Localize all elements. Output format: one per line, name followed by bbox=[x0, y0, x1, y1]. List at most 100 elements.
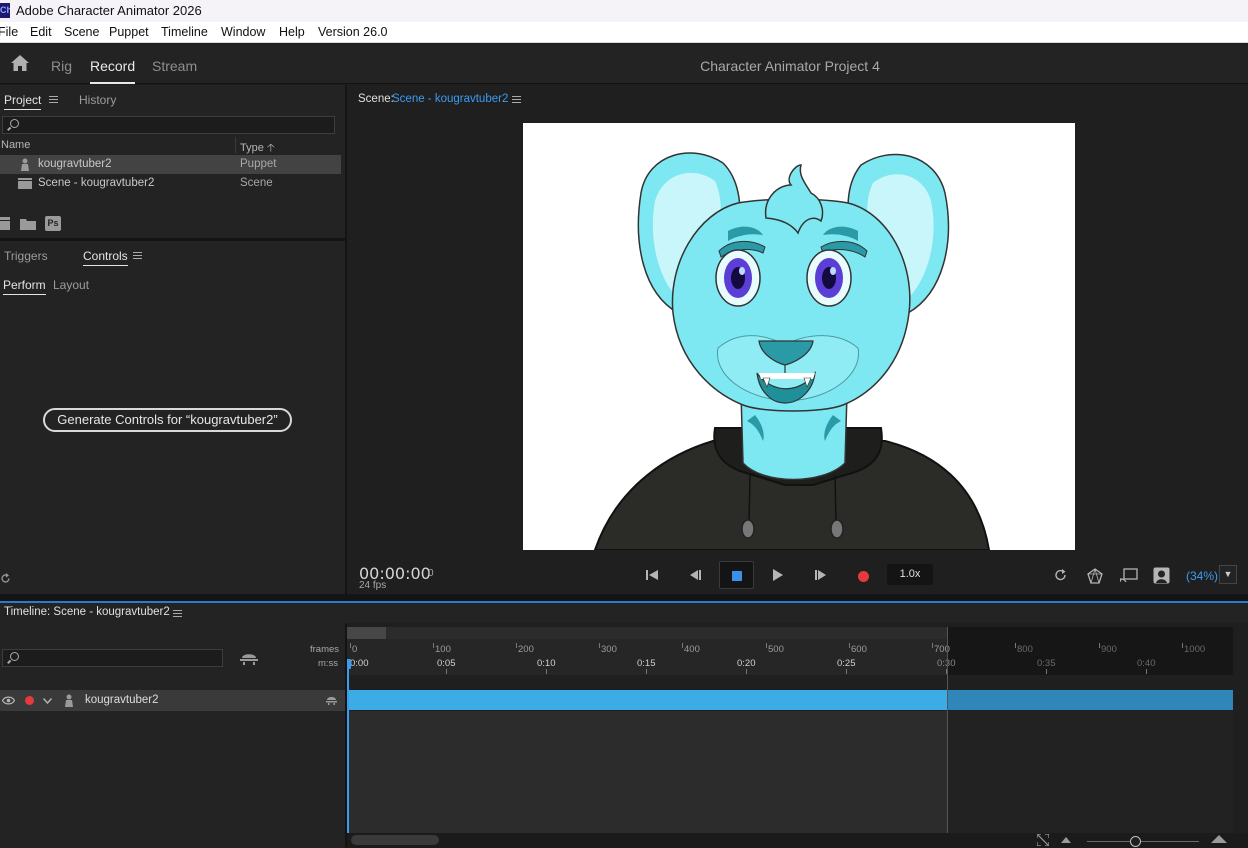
new-scene-icon[interactable] bbox=[0, 217, 10, 230]
search-icon bbox=[10, 652, 19, 661]
ruler-frame-label: 300 bbox=[601, 644, 617, 655]
scene-label: Scene: bbox=[358, 93, 394, 105]
ruler-frame-label: 1000 bbox=[1184, 644, 1206, 655]
physics-icon[interactable] bbox=[1087, 568, 1103, 584]
frame-number: 0 bbox=[428, 568, 434, 579]
puppet-icon bbox=[65, 694, 73, 707]
timeline-zoom-thumb[interactable] bbox=[1130, 836, 1141, 847]
stop-button[interactable] bbox=[719, 561, 754, 589]
ruler-time-label: 0:05 bbox=[437, 658, 456, 669]
tab-history[interactable]: History bbox=[79, 93, 116, 107]
search-icon bbox=[10, 119, 19, 128]
project-item-name: kougravtuber2 bbox=[38, 158, 112, 170]
scene-panel: Scene: Scene - kougravtuber2 00:00:00 0 … bbox=[347, 85, 1248, 594]
column-divider bbox=[235, 137, 236, 153]
app-icon: Ch bbox=[0, 3, 10, 18]
end-marker-line bbox=[947, 627, 948, 833]
timeline-header: Timeline: Scene - kougravtuber2 bbox=[0, 601, 1248, 623]
zoom-in-mountain-icon[interactable] bbox=[1211, 835, 1227, 843]
controls-panel: Triggers Controls Perform Layout Generat… bbox=[0, 241, 345, 594]
step-back-icon[interactable] bbox=[683, 563, 707, 587]
ruler-frame-label: 600 bbox=[851, 644, 867, 655]
timeline-zoom-slider[interactable] bbox=[1087, 841, 1199, 842]
frames-label: frames bbox=[310, 644, 340, 655]
timeline-search-input[interactable] bbox=[2, 649, 223, 667]
step-forward-icon[interactable] bbox=[809, 563, 833, 587]
window-title: Adobe Character Animator 2026 bbox=[16, 3, 202, 18]
timeline-vertical-divider[interactable] bbox=[345, 623, 347, 848]
timeline-layer-panel: frames m:ss kougravtuber2 bbox=[0, 623, 345, 848]
camera-input-icon[interactable] bbox=[1153, 567, 1170, 584]
column-name[interactable]: Name bbox=[1, 139, 30, 151]
timeline-divider[interactable] bbox=[0, 594, 1248, 601]
project-panel: Project History Name Type 🡡 kougravtuber… bbox=[0, 85, 345, 238]
project-menu-icon[interactable] bbox=[49, 96, 58, 103]
horizontal-divider[interactable] bbox=[0, 238, 345, 241]
controls-menu-icon[interactable] bbox=[133, 252, 142, 259]
stream-output-icon[interactable] bbox=[1120, 568, 1138, 583]
ruler-frame-label: 200 bbox=[518, 644, 534, 655]
vertical-divider[interactable] bbox=[345, 85, 347, 594]
playhead[interactable] bbox=[347, 663, 349, 833]
menu-puppet[interactable]: Puppet bbox=[109, 25, 149, 39]
record-button[interactable] bbox=[858, 571, 869, 582]
app-header: Rig Record Stream Character Animator Pro… bbox=[0, 44, 1248, 84]
puppet-track-bar-outside bbox=[947, 690, 1233, 710]
menu-window[interactable]: Window bbox=[221, 25, 265, 39]
puppet-icon bbox=[21, 158, 29, 171]
menu-help[interactable]: Help bbox=[279, 25, 305, 39]
timeline-layer-row[interactable]: kougravtuber2 bbox=[0, 690, 345, 711]
scene-menu-icon[interactable] bbox=[512, 96, 521, 103]
work-area-handle[interactable] bbox=[347, 627, 386, 639]
frame-rate: 24 fps bbox=[359, 580, 387, 591]
track-filter-icon[interactable] bbox=[240, 651, 258, 665]
generate-controls-button[interactable]: Generate Controls for “kougravtuber2” bbox=[43, 408, 292, 432]
layer-name: kougravtuber2 bbox=[85, 694, 159, 706]
ruler-time-label: 0:10 bbox=[537, 658, 556, 669]
refresh-icon[interactable] bbox=[0, 573, 11, 584]
timeline-title: Timeline: Scene - kougravtuber2 bbox=[4, 606, 170, 618]
track-area-outside bbox=[947, 711, 1233, 833]
playback-speed[interactable]: 1.0x bbox=[887, 564, 933, 585]
menu-file[interactable]: File bbox=[0, 25, 18, 39]
eye-icon[interactable] bbox=[2, 696, 15, 705]
timeline-scroll-thumb[interactable] bbox=[351, 835, 439, 845]
behavior-icon[interactable] bbox=[326, 695, 337, 705]
go-to-start-icon[interactable] bbox=[640, 563, 664, 587]
menu-edit[interactable]: Edit bbox=[30, 25, 52, 39]
ruler-time-label: 0:40 bbox=[1137, 658, 1156, 669]
scene-canvas[interactable] bbox=[523, 123, 1075, 550]
chevron-down-icon[interactable] bbox=[43, 698, 52, 704]
project-search-input[interactable] bbox=[2, 116, 335, 134]
menu-scene[interactable]: Scene bbox=[64, 25, 99, 39]
tab-controls[interactable]: Controls bbox=[83, 249, 128, 266]
sort-up-arrow-icon: 🡡 bbox=[266, 142, 275, 154]
ruler-frame-label: 800 bbox=[1017, 644, 1033, 655]
ruler-frame-label: 0 bbox=[352, 644, 358, 655]
zoom-level[interactable]: (34%) bbox=[1186, 569, 1218, 583]
subtab-layout[interactable]: Layout bbox=[53, 278, 89, 292]
zoom-dropdown-chevron-icon[interactable]: ▼ bbox=[1219, 565, 1237, 584]
project-column-header: Name Type 🡡 bbox=[0, 137, 345, 154]
tab-triggers[interactable]: Triggers bbox=[4, 249, 48, 263]
project-item-puppet[interactable]: kougravtuber2 Puppet bbox=[0, 155, 341, 174]
sync-icon[interactable] bbox=[1054, 569, 1067, 582]
menu-timeline[interactable]: Timeline bbox=[161, 25, 208, 39]
photoshop-icon[interactable]: Ps bbox=[45, 216, 61, 231]
track-area-active bbox=[347, 711, 947, 833]
tab-project[interactable]: Project bbox=[4, 93, 42, 110]
project-item-scene[interactable]: Scene - kougravtuber2 Scene bbox=[0, 174, 341, 193]
menu-version: Version 26.0 bbox=[318, 25, 388, 39]
play-button[interactable] bbox=[766, 563, 790, 587]
fit-to-window-icon[interactable] bbox=[1037, 834, 1049, 846]
timeline-menu-icon[interactable] bbox=[173, 610, 182, 617]
arm-record-icon[interactable] bbox=[25, 696, 34, 705]
ruler-time-label: 0:15 bbox=[637, 658, 656, 669]
mss-label: m:ss bbox=[318, 658, 339, 669]
scene-name-link[interactable]: Scene - kougravtuber2 bbox=[392, 93, 508, 105]
project-item-type: Puppet bbox=[240, 158, 277, 170]
subtab-perform[interactable]: Perform bbox=[3, 278, 46, 295]
zoom-out-mountain-icon[interactable] bbox=[1061, 837, 1071, 843]
folder-icon[interactable] bbox=[20, 218, 36, 230]
project-title: Character Animator Project 4 bbox=[700, 58, 880, 74]
